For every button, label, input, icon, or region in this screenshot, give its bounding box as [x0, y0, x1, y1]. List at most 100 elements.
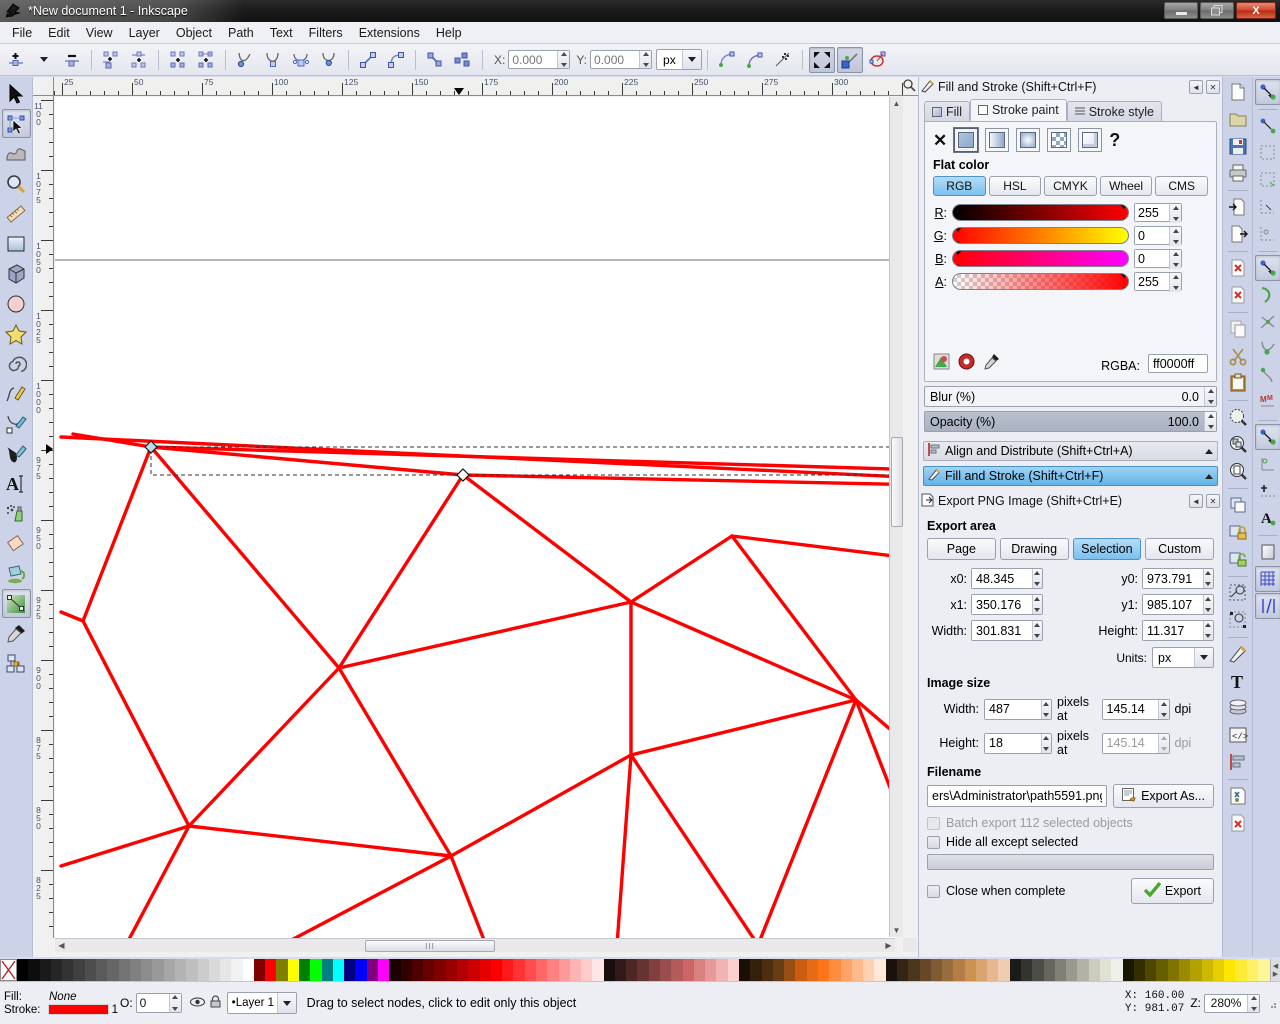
color-mode-rgb[interactable]: RGB: [933, 176, 986, 196]
zoom-arrows[interactable]: [1247, 994, 1259, 1012]
export-width-arrows[interactable]: [1031, 621, 1042, 640]
export-png-icon[interactable]: [1225, 221, 1251, 247]
object-nodes-alt-icon[interactable]: [742, 47, 768, 73]
palette-swatch[interactable]: [39, 959, 51, 981]
channel-b-slider[interactable]: [952, 250, 1129, 267]
group-objects-icon[interactable]: [1225, 580, 1251, 606]
palette-swatch[interactable]: [513, 959, 525, 981]
palette-swatch[interactable]: [885, 959, 897, 981]
node-y-arrows[interactable]: [639, 51, 652, 68]
canvas-zoom-icon[interactable]: [902, 78, 916, 94]
palette-swatch[interactable]: [299, 959, 311, 981]
layer-selector[interactable]: •Layer 1: [226, 992, 297, 1014]
blur-arrows[interactable]: [1204, 387, 1216, 406]
dpi-width-input[interactable]: [1102, 699, 1159, 719]
export-height-input[interactable]: [1143, 621, 1203, 640]
close-document-icon[interactable]: [1225, 810, 1251, 836]
palette-swatch[interactable]: [784, 959, 796, 981]
palette-swatch[interactable]: [84, 959, 96, 981]
channel-r-knob[interactable]: [1119, 205, 1128, 220]
stroke-to-path-icon[interactable]: [450, 47, 476, 73]
channel-b-knob[interactable]: [953, 251, 963, 266]
dock-fill-and-stroke[interactable]: Fill and Stroke (Shift+Ctrl+F): [923, 466, 1218, 486]
channel-b-value[interactable]: [1134, 249, 1182, 269]
align-dialog-icon[interactable]: [1225, 749, 1251, 775]
stroke-color-swatch[interactable]: [48, 1004, 109, 1015]
mask-clip-icon[interactable]: [770, 47, 796, 73]
node-cusp-icon[interactable]: [232, 47, 258, 73]
palette-swatch[interactable]: [1021, 959, 1033, 981]
palette-swatch[interactable]: [874, 959, 886, 981]
tab-stroke-style[interactable]: Stroke style: [1066, 101, 1162, 121]
palette-swatch[interactable]: [1212, 959, 1225, 981]
chevron-down-icon[interactable]: [1194, 648, 1213, 667]
tweak-tool[interactable]: [2, 139, 31, 168]
show-bezier-handles-icon[interactable]: [865, 47, 891, 73]
filename-input[interactable]: [928, 789, 1107, 803]
color-mode-wheel[interactable]: Wheel: [1099, 176, 1153, 196]
palette-swatch[interactable]: [389, 959, 401, 981]
snap-smooth-nodes-icon[interactable]: [1255, 363, 1280, 389]
export-area-custom[interactable]: Custom: [1145, 538, 1214, 560]
channel-a-slider[interactable]: [952, 273, 1129, 290]
export-units-select[interactable]: px: [1152, 647, 1214, 668]
palette-swatch[interactable]: [727, 959, 739, 981]
palette-swatch[interactable]: [1156, 959, 1168, 981]
menu-view[interactable]: View: [78, 23, 121, 43]
zoom-tool[interactable]: [2, 169, 31, 198]
box3d-tool[interactable]: [2, 259, 31, 288]
node-tool[interactable]: [1, 109, 31, 138]
export-width-input[interactable]: [972, 621, 1032, 640]
palette-swatch[interactable]: [817, 959, 830, 981]
snap-bbox-edges-icon[interactable]: [1255, 140, 1280, 166]
flat-color-button[interactable]: [953, 127, 980, 153]
no-paint-icon[interactable]: ✕: [933, 132, 947, 149]
delete-node-icon[interactable]: [59, 47, 85, 73]
color-mode-hsl[interactable]: HSL: [988, 176, 1042, 196]
palette-swatch[interactable]: [129, 959, 142, 981]
channel-g-knob[interactable]: [953, 228, 963, 243]
node-x-arrows[interactable]: [557, 51, 570, 68]
export-as-button[interactable]: Export As...: [1113, 784, 1214, 808]
channel-a-input[interactable]: [1135, 273, 1169, 290]
palette-swatch[interactable]: [502, 959, 514, 981]
palette-swatch[interactable]: [953, 959, 965, 981]
palette-swatch[interactable]: [17, 959, 29, 981]
canvas-vertical-scrollbar[interactable]: ▲ ▼: [889, 97, 903, 937]
snap-enable-icon[interactable]: [1254, 79, 1280, 105]
snap-rotation-center-icon[interactable]: [1255, 478, 1280, 504]
export-button[interactable]: Export: [1130, 878, 1214, 904]
palette-swatch[interactable]: [795, 959, 807, 981]
palette-swatch[interactable]: [987, 959, 999, 981]
y0-field[interactable]: [1142, 568, 1214, 589]
zoom-page-icon[interactable]: [1225, 458, 1251, 484]
y0-arrows[interactable]: [1202, 569, 1213, 588]
zoom-spinner[interactable]: [1204, 993, 1260, 1013]
tab-stroke-paint[interactable]: Stroke paint: [969, 99, 1067, 121]
palette-swatch[interactable]: [400, 959, 412, 981]
palette-swatch[interactable]: [253, 959, 266, 981]
palette-swatch[interactable]: [310, 959, 322, 981]
palette-swatch[interactable]: [321, 959, 333, 981]
calligraphy-tool[interactable]: [2, 439, 31, 468]
palette-swatch[interactable]: [524, 959, 536, 981]
image-width-input[interactable]: [985, 699, 1041, 719]
palette-swatch[interactable]: [1133, 959, 1146, 981]
node-y-input[interactable]: [591, 51, 640, 68]
palette-swatch[interactable]: [231, 959, 243, 981]
palette-swatch[interactable]: [930, 959, 943, 981]
export-dialog-close-button[interactable]: ✕: [1206, 494, 1220, 508]
scroll-right-button[interactable]: ▶: [882, 939, 895, 952]
image-height-arrows[interactable]: [1040, 733, 1051, 753]
channel-g-value[interactable]: [1134, 226, 1182, 246]
linear-gradient-button[interactable]: [985, 128, 1010, 152]
palette-swatch[interactable]: [186, 959, 198, 981]
image-height-input[interactable]: [985, 733, 1041, 753]
y0-input[interactable]: [1143, 569, 1203, 588]
y1-field[interactable]: [1142, 594, 1214, 615]
color-managed-icon[interactable]: [933, 353, 950, 373]
opacity-arrows[interactable]: [168, 994, 181, 1012]
export-area-page[interactable]: Page: [927, 538, 996, 560]
save-icon[interactable]: [1225, 133, 1251, 159]
palette-swatch[interactable]: [671, 959, 683, 981]
